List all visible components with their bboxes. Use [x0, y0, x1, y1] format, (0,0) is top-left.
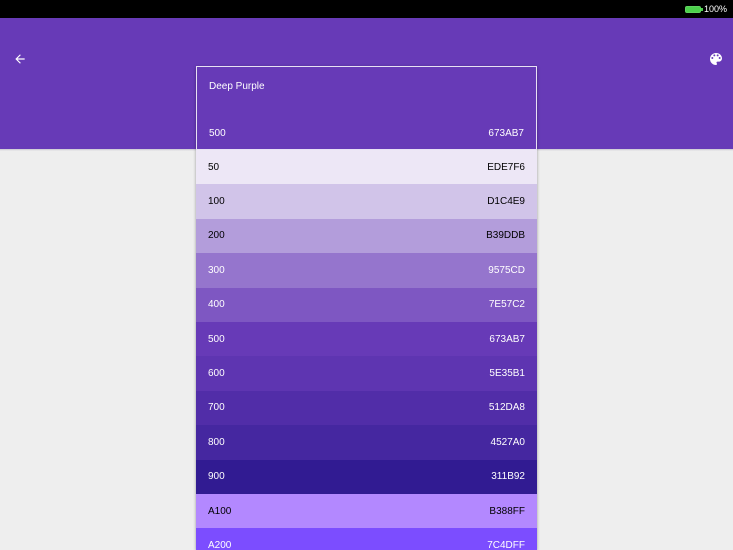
shade-row[interactable]: 900 311B92: [196, 459, 537, 494]
arrow-back-icon: [15, 54, 25, 64]
shade-name: A100: [208, 505, 232, 517]
color-card: Deep Purple 500 673AB7 50 EDE7F6 100 D1C4E9…: [196, 66, 537, 550]
shade-name: 600: [208, 368, 225, 380]
color-name: Deep Purple: [209, 81, 265, 92]
shade-row[interactable]: 50 EDE7F6: [196, 150, 537, 185]
shade-name: 50: [208, 161, 220, 173]
shade-name: 800: [208, 436, 225, 448]
palette-icon: [710, 53, 722, 65]
shade-name: 700: [208, 402, 225, 414]
battery-full-icon: [684, 5, 703, 13]
shade-hex: D1C4E9: [487, 196, 525, 208]
shade-hex: 673AB7: [489, 333, 525, 345]
shade-row[interactable]: 200 B39DDB: [196, 218, 537, 254]
status-indicators: 100%: [684, 3, 727, 15]
shade-row[interactable]: 700 512DA8: [196, 390, 537, 426]
shade-row[interactable]: 600 5E35B1: [196, 356, 537, 391]
shade-hex: 7E57C2: [488, 299, 525, 311]
shade-name: 900: [208, 471, 225, 483]
shade-name: 100: [208, 196, 225, 208]
shade-row[interactable]: A100 B388FF: [196, 493, 537, 529]
shade-name: A200: [208, 539, 232, 550]
shade-hex: 9575CD: [488, 264, 525, 276]
shade-row[interactable]: 500 673AB7: [196, 321, 537, 357]
shade-name: 300: [208, 264, 225, 276]
shade-row[interactable]: 100 D1C4E9: [196, 184, 537, 219]
shade-hex: 4527A0: [490, 436, 525, 448]
shade-hex: 311B92: [491, 471, 525, 483]
shade-hex: B39DDB: [486, 230, 525, 242]
status-bar: 100%: [0, 0, 733, 18]
back-button[interactable]: [8, 48, 32, 70]
shade-row[interactable]: A200 7C4DFF: [196, 528, 537, 550]
primary-shade-row[interactable]: 500 673AB7: [209, 128, 524, 139]
card-header: Deep Purple 500 673AB7: [196, 66, 537, 150]
shade-hex: 5E35B1: [489, 368, 525, 380]
shade-hex: 7C4DFF: [487, 539, 525, 550]
shade-hex: B388FF: [489, 505, 525, 517]
shade-list: 50 EDE7F6 100 D1C4E9 200 B39DDB 300 9575CD 400 7E…: [196, 150, 537, 550]
battery-percentage: 100%: [703, 4, 727, 14]
shade-row[interactable]: 800 4527A0: [196, 425, 537, 460]
primary-shade-hex: 673AB7: [488, 128, 524, 139]
shade-row[interactable]: 400 7E57C2: [196, 287, 537, 322]
palette-button[interactable]: [705, 48, 727, 70]
shade-hex: EDE7F6: [487, 161, 525, 173]
shade-row[interactable]: 300 9575CD: [196, 253, 537, 288]
shade-hex: 512DA8: [488, 402, 525, 414]
shade-name: 200: [208, 230, 225, 242]
shade-name: 400: [208, 299, 225, 311]
shade-name: 500: [208, 333, 225, 345]
primary-shade-name: 500: [209, 128, 226, 139]
